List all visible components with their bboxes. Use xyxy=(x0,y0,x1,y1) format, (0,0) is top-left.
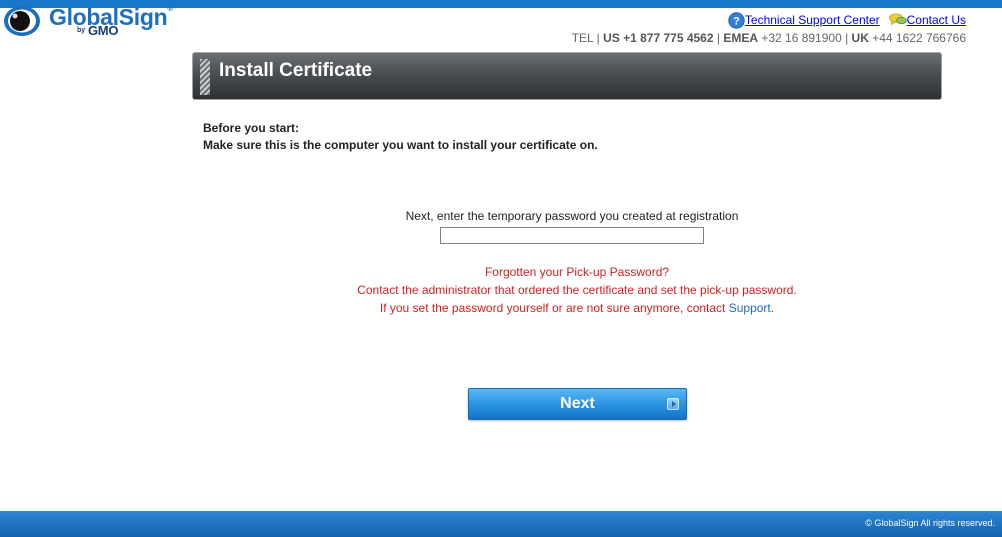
brand-parent: GMO xyxy=(88,23,119,38)
arrow-right-icon xyxy=(667,398,679,410)
help-question-icon[interactable]: ? xyxy=(728,11,745,29)
password-prompt-label: Next, enter the temporary password you c… xyxy=(405,209,739,223)
intro-text: Before you start: Make sure this is the … xyxy=(203,120,598,154)
forgot-password-title: Forgotten your Pick-up Password? xyxy=(484,265,670,279)
support-link-group[interactable]: ? Technical Support Center xyxy=(728,11,880,29)
tel-uk-code: UK xyxy=(851,31,869,45)
tel-us-number: +1 877 775 4562 xyxy=(623,31,714,45)
banner-stripe-decoration xyxy=(200,59,210,95)
tel-emea-code: EMEA xyxy=(723,31,758,45)
svg-text:?: ? xyxy=(733,15,740,27)
tel-us-code: US xyxy=(603,31,620,45)
tel-uk-number: +44 1622 766766 xyxy=(872,31,966,45)
copyright-text: © GlobalSign All rights reserved. xyxy=(865,518,995,528)
intro-line-2: Make sure this is the computer you want … xyxy=(203,138,598,152)
telephone-numbers: TEL | US +1 877 775 4562 | EMEA +32 16 8… xyxy=(571,31,966,45)
page-title-banner: Install Certificate xyxy=(192,52,942,100)
chat-bubble-icon[interactable] xyxy=(888,12,907,28)
globalsign-logo[interactable]: GlobalSign® by GMO xyxy=(3,3,183,41)
contact-us-link[interactable]: Contact Us xyxy=(907,13,966,27)
tel-label: TEL xyxy=(571,31,594,45)
pickup-password-input[interactable] xyxy=(440,227,704,244)
contact-link-group[interactable]: Contact Us xyxy=(888,12,966,28)
footer-bar: © GlobalSign All rights reserved. xyxy=(0,511,1002,537)
technical-support-link[interactable]: Technical Support Center xyxy=(745,13,880,27)
brand-by: by xyxy=(77,27,86,34)
forgot-password-help: Forgotten your Pick-up Password? Contact… xyxy=(192,263,962,317)
intro-line-1: Before you start: xyxy=(203,121,300,135)
forgot-password-line-2: If you set the password yourself or are … xyxy=(379,301,775,315)
header-links: ? Technical Support Center Contact Us xyxy=(719,11,966,29)
page-title: Install Certificate xyxy=(219,60,373,81)
tel-emea-number: +32 16 891900 xyxy=(761,31,842,45)
globalsign-eye-logo-icon xyxy=(4,6,40,36)
next-button[interactable]: Next xyxy=(468,388,687,420)
forgot-password-line-1: Contact the administrator that ordered t… xyxy=(357,283,797,297)
next-button-label: Next xyxy=(560,395,595,412)
support-link[interactable]: Support xyxy=(729,301,771,315)
